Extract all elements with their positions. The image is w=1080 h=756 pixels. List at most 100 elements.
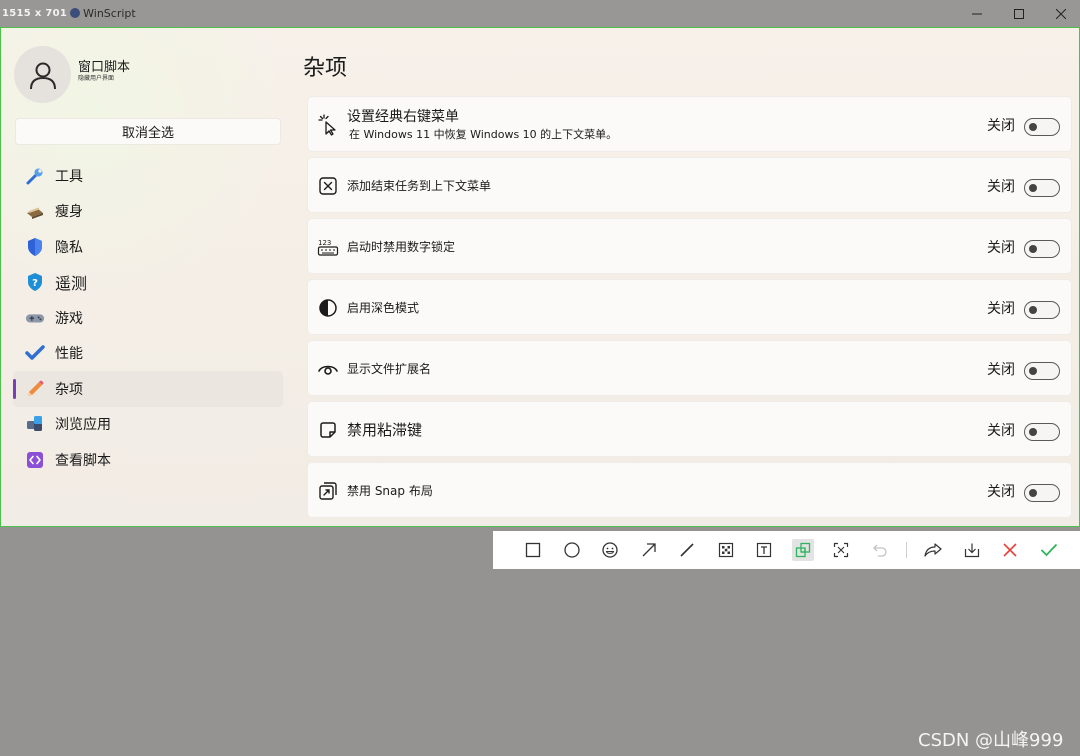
setting-state: 关闭	[987, 118, 1015, 134]
sidebar-item-label: 遥测	[55, 274, 88, 294]
sidebar-item-browse-apps[interactable]: 浏览应用	[13, 407, 283, 443]
sidebar-item-label: 浏览应用	[55, 417, 111, 434]
person-icon	[29, 62, 56, 89]
pin-tool[interactable]	[784, 531, 823, 569]
toggle-switch[interactable]	[1024, 301, 1060, 319]
close-window-button[interactable]	[1040, 0, 1080, 27]
svg-text:123: 123	[318, 239, 331, 247]
rectangle-tool[interactable]	[514, 531, 553, 569]
text-tool[interactable]	[745, 531, 784, 569]
emoji-tool[interactable]	[591, 531, 630, 569]
minimize-icon	[972, 13, 982, 14]
line-tool[interactable]	[668, 531, 707, 569]
setting-state: 关闭	[987, 179, 1015, 195]
deselect-all-button[interactable]: 取消全选	[15, 118, 281, 145]
avatar[interactable]	[14, 46, 71, 103]
code-icon	[25, 450, 45, 470]
apps-icon	[25, 414, 45, 434]
toggle-switch[interactable]	[1024, 362, 1060, 380]
sidebar-item-telemetry[interactable]: ? 遥测	[13, 265, 283, 301]
sidebar-item-gaming[interactable]: 游戏	[13, 300, 283, 336]
sidebar-nav: 工具 瘦身 隐私 ? 遥测 游戏 性能 杂项 浏览应用 查看脚本	[13, 158, 283, 478]
toolbar-divider	[906, 542, 907, 558]
sidebar-item-label: 游戏	[55, 310, 83, 327]
ocr-tool[interactable]	[822, 531, 861, 569]
broom-icon	[25, 201, 45, 221]
setting-state: 关闭	[987, 423, 1015, 439]
arrow-icon	[638, 539, 660, 561]
cursor-click-icon	[317, 114, 339, 136]
setting-title: 显示文件扩展名	[347, 362, 432, 376]
toggle-switch[interactable]	[1024, 423, 1060, 441]
eye-icon	[317, 358, 339, 380]
line-icon	[676, 539, 698, 561]
toggle-switch[interactable]	[1024, 484, 1060, 502]
toggle-switch[interactable]	[1024, 118, 1060, 136]
toggle-switch[interactable]	[1024, 179, 1060, 197]
setting-classic-context-menu: 设置经典右键菜单 在 Windows 11 中恢复 Windows 10 的上下…	[307, 96, 1072, 152]
watermark: CSDN @山峰999	[918, 730, 1064, 751]
close-box-icon	[317, 175, 339, 197]
ocr-icon	[830, 539, 852, 561]
setting-snap-layout: 禁用 Snap 布局 关闭	[307, 462, 1072, 518]
sidebar-item-view-script[interactable]: 查看脚本	[13, 442, 283, 478]
title-bar: 1515 x 701 WinScript	[0, 0, 1080, 27]
sidebar-item-label: 瘦身	[55, 204, 83, 221]
setting-disable-numlock: 123 启动时禁用数字锁定 关闭	[307, 218, 1072, 274]
download-tool[interactable]	[953, 531, 992, 569]
close-icon	[1056, 8, 1066, 19]
ellipse-icon	[561, 539, 583, 561]
emoji-icon	[599, 539, 621, 561]
toggle-switch[interactable]	[1024, 240, 1060, 258]
question-shield-icon: ?	[25, 272, 45, 292]
gamepad-icon	[25, 308, 45, 328]
download-icon	[961, 539, 983, 561]
mosaic-tool[interactable]	[707, 531, 746, 569]
wrench-icon	[25, 166, 45, 186]
setting-state: 关闭	[987, 362, 1015, 378]
setting-title: 禁用 Snap 布局	[347, 484, 433, 498]
confirm-tool[interactable]	[1030, 531, 1069, 569]
sidebar-item-privacy[interactable]: 隐私	[13, 229, 283, 265]
snap-layout-icon	[317, 480, 339, 502]
text-icon	[753, 539, 775, 561]
size-tag: 1515 x 701	[2, 7, 68, 19]
contrast-icon	[317, 297, 339, 319]
ellipse-tool[interactable]	[553, 531, 592, 569]
undo-tool[interactable]	[861, 531, 900, 569]
sidebar-item-label: 查看脚本	[55, 452, 111, 469]
maximize-button[interactable]	[998, 0, 1040, 27]
sidebar-item-cleanup[interactable]: 瘦身	[13, 194, 283, 230]
shield-icon	[25, 237, 45, 257]
undo-icon	[869, 539, 891, 561]
maximize-icon	[1014, 8, 1024, 19]
screenshot-toolbar	[493, 531, 1080, 569]
app-window: 窗口脚本 隐藏用户界面 取消全选 工具 瘦身 隐私 ? 遥测 游戏 性能 杂项 …	[0, 27, 1080, 527]
share-tool[interactable]	[914, 531, 953, 569]
setting-title: 禁用粘滞键	[347, 421, 423, 439]
setting-title: 设置经典右键菜单	[347, 109, 459, 125]
sidebar-item-label: 隐私	[55, 239, 83, 256]
checkmark-icon	[25, 343, 45, 363]
minimize-button[interactable]	[956, 0, 998, 27]
setting-title: 添加结束任务到上下文菜单	[347, 179, 492, 193]
sidebar-item-misc[interactable]: 杂项	[13, 371, 283, 407]
user-subtitle[interactable]: 隐藏用户界面	[78, 73, 114, 82]
setting-state: 关闭	[987, 484, 1015, 500]
cancel-tool[interactable]	[991, 531, 1030, 569]
arrow-tool[interactable]	[630, 531, 669, 569]
cancel-icon	[999, 539, 1021, 561]
svg-text:?: ?	[32, 278, 38, 289]
page-title: 杂项	[303, 56, 348, 81]
setting-state: 关闭	[987, 301, 1015, 317]
sidebar-item-tools[interactable]: 工具	[13, 158, 283, 194]
sticky-note-icon	[317, 419, 339, 441]
setting-dark-mode: 启用深色模式 关闭	[307, 279, 1072, 335]
pencil-icon	[25, 379, 45, 399]
sidebar-item-performance[interactable]: 性能	[13, 336, 283, 372]
setting-title: 启动时禁用数字锁定	[347, 240, 456, 254]
sidebar-item-label: 性能	[55, 346, 83, 363]
sidebar-item-label: 工具	[55, 168, 83, 185]
setting-description: 在 Windows 11 中恢复 Windows 10 的上下文菜单。	[349, 128, 618, 141]
confirm-icon	[1038, 539, 1060, 561]
